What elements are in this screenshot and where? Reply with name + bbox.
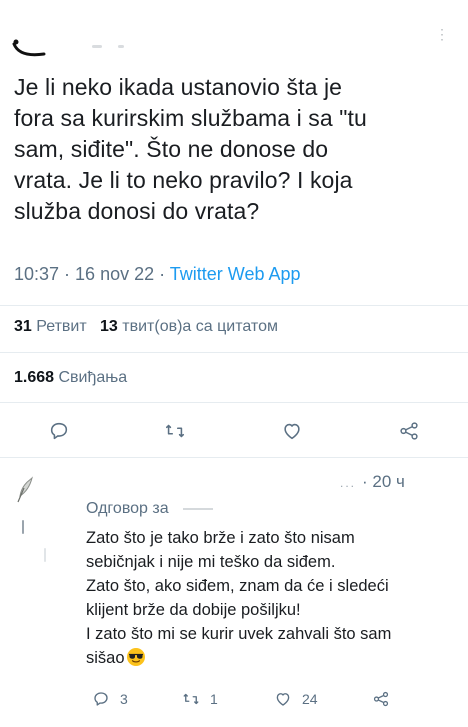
likes-label: Свиђања	[58, 369, 128, 386]
tweet-header: ⋮	[0, 0, 468, 70]
tweet-action-bar	[0, 412, 468, 448]
reply-icon	[94, 692, 108, 706]
thread-line	[22, 520, 24, 534]
like-icon	[284, 423, 300, 440]
reply-action-bar: 3 1 24	[0, 690, 468, 716]
tweet-time[interactable]: 10:37	[14, 264, 59, 284]
reply-retweet-button[interactable]: 1	[182, 690, 218, 708]
quotes-stat[interactable]: 13 твит(ов)а са цитатом	[100, 318, 278, 335]
retweet-button[interactable]	[162, 418, 188, 444]
reply-reply-button[interactable]: 3	[92, 690, 128, 708]
replying-to-handle-redacted[interactable]	[182, 507, 213, 510]
reply-icon	[50, 422, 68, 440]
divider	[0, 352, 468, 353]
reply-reply-count: 3	[120, 691, 128, 707]
author-handle-redacted	[118, 45, 124, 48]
tweet-text: Je li neko ikada ustanovio šta je fora s…	[14, 74, 367, 224]
meta-separator: ·	[154, 264, 170, 284]
share-icon	[373, 691, 389, 707]
reply-like-button[interactable]: 24	[274, 690, 318, 708]
share-icon	[400, 422, 418, 440]
divider	[0, 305, 468, 306]
likes-count: 1.668	[14, 369, 55, 386]
reply-button[interactable]	[46, 418, 72, 444]
sunglasses-emoji-icon	[126, 648, 145, 666]
author-avatar[interactable]	[10, 36, 48, 58]
quotes-count: 13	[100, 318, 118, 335]
meta-separator: ·	[59, 264, 76, 284]
more-options-icon[interactable]: ⋮	[435, 26, 450, 43]
share-button[interactable]	[396, 418, 422, 444]
retweets-label: Ретвит	[36, 318, 87, 335]
divider	[0, 457, 468, 458]
author-name-redacted	[92, 45, 102, 48]
tweet-meta: 10:37 · 16 nov 22 · Twitter Web App	[14, 264, 301, 285]
reply-like-count: 24	[302, 691, 318, 707]
tweet-source-link[interactable]: Twitter Web App	[170, 264, 301, 284]
reply-text: Zato što je tako brže i zato što nisam s…	[86, 526, 458, 670]
reply-header: ... · 20 ч	[340, 472, 405, 492]
redacted-handle-dots: ...	[340, 476, 357, 490]
likes-stat[interactable]: 1.668 Свиђања	[14, 369, 127, 387]
tweet-date[interactable]: 16 nov 22	[75, 264, 154, 284]
reply-author-avatar[interactable]	[10, 474, 40, 510]
retweet-icon	[183, 693, 199, 705]
thread-line	[44, 548, 46, 562]
reply-share-button[interactable]	[372, 690, 400, 708]
replying-to-label: Одговор за	[86, 500, 169, 517]
quotes-label: твит(ов)а са цитатом	[122, 318, 278, 335]
like-button[interactable]	[279, 418, 305, 444]
reply-time[interactable]: · 20 ч	[362, 472, 405, 491]
retweet-quote-stats: 31 Ретвит 13 твит(ов)а са цитатом	[14, 318, 278, 336]
retweets-count: 31	[14, 318, 32, 335]
reply-retweet-count: 1	[210, 691, 218, 707]
like-icon	[276, 693, 290, 706]
retweets-stat[interactable]: 31 Ретвит	[14, 318, 87, 335]
retweet-icon	[165, 424, 185, 438]
replying-to: Одговор за	[86, 500, 213, 518]
divider	[0, 402, 468, 403]
